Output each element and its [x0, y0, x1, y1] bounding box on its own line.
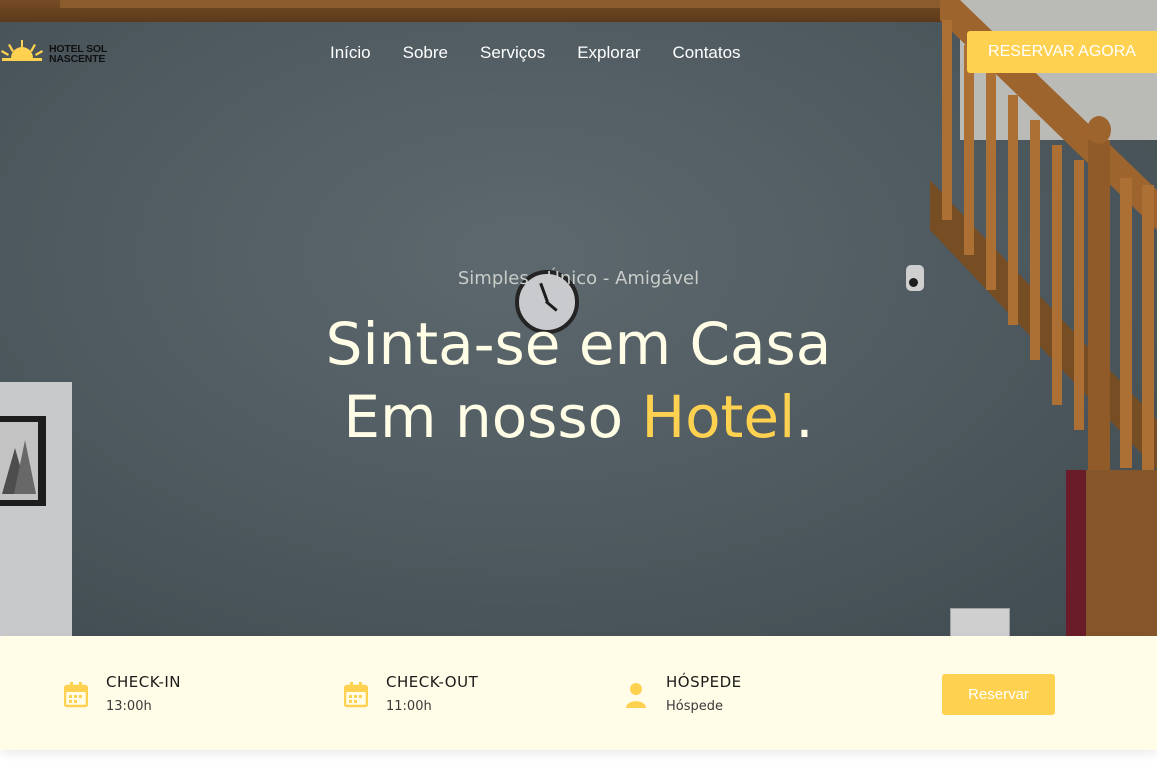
- hero-tagline: Simples - Único - Amigável: [457, 268, 700, 289]
- calendar-icon: [344, 682, 368, 708]
- booking-bar: CHECK-IN 13:00h CHECK-OUT 11:00h HÓSPEDE…: [0, 636, 1157, 750]
- main-nav: Início Sobre Serviços Explorar Contatos: [330, 42, 773, 64]
- nav-item-inicio[interactable]: Início: [330, 42, 371, 64]
- brand-line-2: NASCENTE: [49, 53, 106, 65]
- nav-item-contatos[interactable]: Contatos: [673, 42, 741, 64]
- reserve-now-button[interactable]: RESERVAR AGORA: [967, 31, 1157, 73]
- nav-item-explorar[interactable]: Explorar: [577, 42, 640, 64]
- headline-prefix: Em nosso: [343, 383, 642, 451]
- guest-title: HÓSPEDE: [666, 673, 742, 691]
- guest-value: Hóspede: [666, 699, 724, 714]
- hero-headline: Sinta-se em Casa Em nosso Hotel.: [0, 308, 1157, 454]
- checkout-value: 11:00h: [386, 699, 432, 714]
- headline-line-2: Em nosso Hotel.: [0, 381, 1157, 454]
- nav-item-sobre[interactable]: Sobre: [403, 42, 448, 64]
- headline-highlight: Hotel: [641, 383, 796, 451]
- user-icon: [626, 683, 646, 708]
- nav-item-servicos[interactable]: Serviços: [480, 42, 545, 64]
- checkout-title: CHECK-OUT: [386, 673, 479, 691]
- reserve-button[interactable]: Reservar: [942, 674, 1055, 715]
- headline-line-1: Sinta-se em Casa: [325, 310, 832, 378]
- checkin-value: 13:00h: [106, 699, 152, 714]
- checkin-title: CHECK-IN: [106, 673, 182, 691]
- brand-name[interactable]: HOTEL SOL NASCENTE: [49, 44, 107, 65]
- headline-suffix: .: [795, 383, 814, 451]
- calendar-icon: [64, 682, 88, 708]
